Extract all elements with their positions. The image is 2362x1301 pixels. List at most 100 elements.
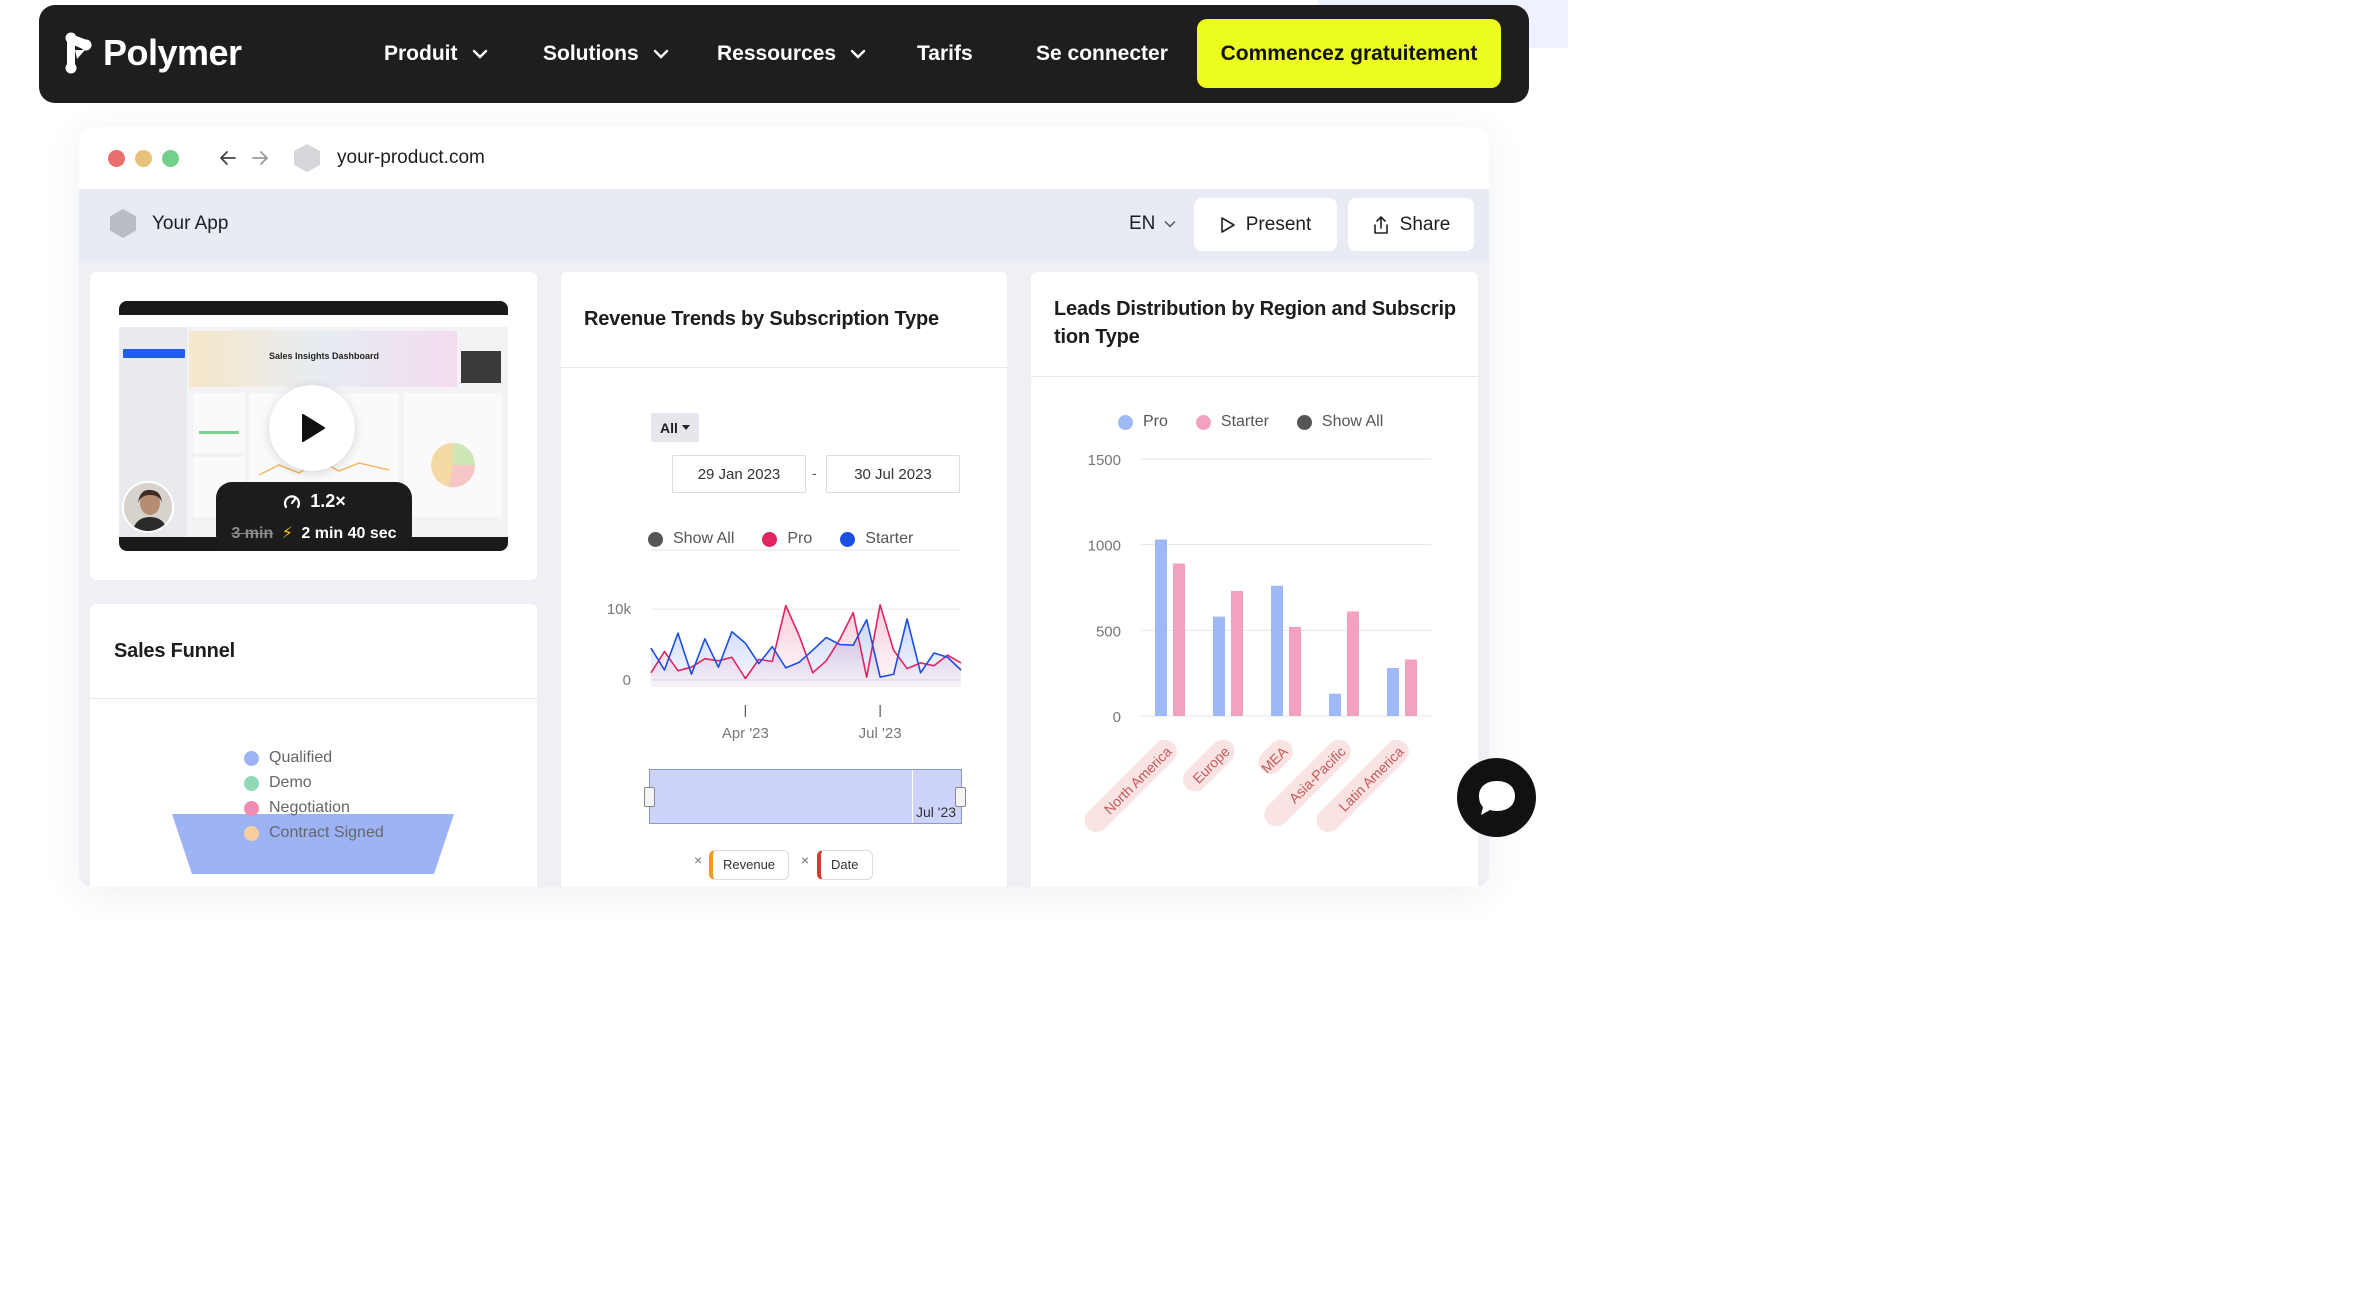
- legend-dot: [1195, 414, 1211, 430]
- leads-legend: Pro Starter Show All: [1118, 413, 1411, 431]
- legend-item-demo[interactable]: Demo: [244, 774, 384, 792]
- chevron-down-icon: [472, 49, 487, 59]
- x-tick-label: Apr '23: [722, 725, 769, 742]
- date-to-input[interactable]: 30 Jul 2023: [826, 455, 960, 493]
- chevron-down-icon: [653, 49, 668, 59]
- start-free-button[interactable]: Commencez gratuitement: [1197, 19, 1501, 88]
- nav-label: Solutions: [543, 42, 639, 65]
- share-button[interactable]: Share: [1348, 198, 1474, 251]
- caret-down-icon: [681, 424, 690, 430]
- title-line: tion Type: [1054, 326, 1140, 348]
- legend-label: Pro: [1143, 413, 1168, 430]
- bar-pro[interactable]: [1155, 539, 1167, 716]
- bar-pro[interactable]: [1271, 585, 1283, 716]
- revenue-trends-card: Revenue Trends by Subscription Type All …: [561, 272, 1007, 887]
- video-card: Sales Insights Dashboard 1.2× 3 min ⚡ 2 …: [90, 272, 537, 580]
- nav-item-ressources[interactable]: Ressources: [717, 5, 866, 103]
- bar-starter[interactable]: [1173, 563, 1185, 716]
- title-line: Leads Distribution by Region and Subscri…: [1054, 298, 1456, 320]
- brand-logo[interactable]: Polymer: [65, 31, 242, 75]
- date-separator: -: [812, 465, 817, 481]
- legend-item-negotiation[interactable]: Negotiation: [244, 799, 384, 817]
- legend-label: Starter: [1220, 413, 1269, 430]
- dashboard-body: Sales Insights Dashboard 1.2× 3 min ⚡ 2 …: [79, 261, 1489, 887]
- bar-starter[interactable]: [1405, 659, 1417, 716]
- legend-label: Qualified: [269, 749, 333, 766]
- card-divider: [561, 367, 1007, 368]
- date-range-slider[interactable]: Jul '23: [644, 769, 966, 824]
- thumbnail-title: Sales Insights Dashboard: [269, 351, 380, 361]
- chevron-down-icon: [1164, 220, 1176, 228]
- legend-item-starter[interactable]: Starter: [1195, 413, 1269, 431]
- leads-distribution-card: Leads Distribution by Region and Subscri…: [1031, 272, 1478, 887]
- presenter-avatar: [122, 481, 174, 533]
- y-tick-label: 500: [1096, 623, 1121, 640]
- x-tick-label: Jul '23: [859, 725, 902, 742]
- address-bar-url[interactable]: your-product.com: [337, 147, 485, 169]
- legend-label: Show All: [1321, 413, 1384, 430]
- share-label: Share: [1399, 213, 1451, 235]
- app-name: Your App: [152, 213, 229, 234]
- y-tick-label: 1000: [1088, 538, 1121, 555]
- category-label-group: Europe: [1183, 739, 1235, 792]
- bar-starter[interactable]: [1289, 626, 1301, 716]
- nav-item-solutions[interactable]: Solutions: [543, 5, 669, 103]
- bar-pro[interactable]: [1387, 668, 1399, 716]
- subscription-filter-dropdown[interactable]: All: [651, 413, 699, 442]
- legend-item-pro[interactable]: Pro: [1118, 413, 1168, 431]
- chip-date[interactable]: Date: [817, 850, 873, 880]
- window-minimize-dot[interactable]: [135, 150, 152, 167]
- category-label-group: MEA: [1258, 739, 1293, 776]
- language-selector[interactable]: EN: [1129, 213, 1177, 235]
- legend-item-show-all[interactable]: Show All: [1296, 413, 1384, 431]
- legend-item-contract-signed[interactable]: Contract Signed: [244, 824, 384, 842]
- forward-arrow-icon[interactable]: [251, 149, 269, 167]
- original-duration: 3 min: [231, 525, 274, 542]
- app-header: Your App EN Present Share: [79, 189, 1489, 261]
- leads-distribution-title: Leads Distribution by Region and Subscri…: [1054, 295, 1456, 351]
- y-tick-label: 0: [623, 672, 631, 689]
- revenue-line-chart: 10k 0 Apr '23 Jul '23: [607, 549, 962, 742]
- bar-pro[interactable]: [1213, 616, 1225, 716]
- range-handle-right[interactable]: [955, 787, 966, 807]
- chevron-down-icon: [850, 49, 866, 59]
- window-maximize-dot[interactable]: [162, 150, 179, 167]
- category-label: North America: [1101, 743, 1175, 817]
- bar-pro[interactable]: [1329, 693, 1341, 716]
- chat-widget-button[interactable]: [1457, 758, 1536, 837]
- range-label: Jul '23: [916, 804, 957, 820]
- bar-starter[interactable]: [1347, 611, 1359, 716]
- speed-row: 1.2×: [216, 491, 412, 512]
- chat-icon: [1478, 780, 1515, 815]
- chip-revenue[interactable]: Revenue: [709, 850, 789, 880]
- remove-chip-icon[interactable]: ×: [801, 852, 809, 868]
- date-from-input[interactable]: 29 Jan 2023: [672, 455, 806, 493]
- present-button[interactable]: Present: [1194, 198, 1337, 251]
- legend-label: Contract Signed: [269, 824, 384, 841]
- browser-toolbar: your-product.com: [79, 127, 1489, 189]
- legend-label: Negotiation: [269, 799, 350, 816]
- nav-item-login[interactable]: Se connecter: [1036, 5, 1168, 103]
- legend-dot: [244, 750, 259, 766]
- remove-chip-icon[interactable]: ×: [694, 852, 702, 868]
- sales-funnel-card: Sales Funnel Qualified Demo Negotiation …: [90, 604, 537, 887]
- window-close-dot[interactable]: [108, 150, 125, 167]
- nav-item-produit[interactable]: Produit: [384, 5, 488, 103]
- bar-starter[interactable]: [1231, 590, 1243, 716]
- range-marker: [912, 770, 913, 823]
- category-label-group: North America: [1084, 739, 1177, 833]
- nav-label: Se connecter: [1036, 42, 1168, 65]
- playback-speed-badge[interactable]: 1.2× 3 min ⚡ 2 min 40 sec: [216, 482, 412, 551]
- nav-item-tarifs[interactable]: Tarifs: [917, 5, 973, 103]
- back-arrow-icon[interactable]: [219, 149, 237, 167]
- legend-dot: [244, 800, 259, 816]
- revenue-trends-title: Revenue Trends by Subscription Type: [584, 308, 939, 330]
- play-button[interactable]: [269, 385, 355, 471]
- polymer-logo-icon: [65, 32, 92, 74]
- language-value: EN: [1129, 213, 1156, 234]
- share-icon: [1373, 215, 1388, 234]
- range-handle-left[interactable]: [644, 787, 655, 807]
- play-icon: [1220, 216, 1235, 233]
- legend-item-qualified[interactable]: Qualified: [244, 749, 384, 767]
- card-divider: [1031, 376, 1478, 377]
